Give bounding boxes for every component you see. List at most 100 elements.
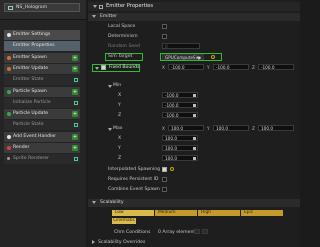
- section-dot-icon: [7, 33, 11, 37]
- max-label: Max: [113, 126, 123, 131]
- combine-event-spawn-label: Combine Event Spawn: [108, 187, 160, 192]
- max-x-component-field[interactable]: 100.0: [162, 135, 198, 141]
- max-x-field[interactable]: 100.0: [168, 125, 204, 131]
- random-seed-field[interactable]: 0: [162, 43, 200, 49]
- stack-item-initialize-particle[interactable]: Initialize Particle: [4, 98, 80, 108]
- min-y-value: -100.0: [216, 65, 230, 70]
- min-z-axis-label: Z: [252, 65, 255, 70]
- min-expand-arrow-icon[interactable]: [108, 85, 112, 88]
- max-y-component-field[interactable]: 100.0: [162, 145, 198, 151]
- scalability-epic[interactable]: Epic: [241, 210, 283, 216]
- max-x-label: X: [118, 136, 122, 141]
- spinner-icon: [193, 157, 196, 160]
- stack-item-add-event-handler[interactable]: Add Event Handler +: [4, 132, 80, 142]
- scalability-cinematic-label: Cinematic: [112, 218, 136, 223]
- stack-item-sprite-renderer[interactable]: Sprite Renderer: [4, 154, 80, 164]
- emitter-icon: [8, 6, 13, 10]
- panel-title-bar: Emitter Properties: [88, 2, 300, 11]
- emitter-section-label: Emitter: [100, 14, 117, 19]
- stack-item-emitter-state[interactable]: Emitter State: [4, 75, 80, 85]
- expand-arrow-icon[interactable]: [95, 67, 99, 70]
- scalability-high-label: High: [201, 210, 212, 215]
- stack-item-label: Add Event Handler: [13, 134, 57, 139]
- emitter-section-header[interactable]: Emitter: [88, 13, 300, 21]
- stack-item-emitter-update[interactable]: Emitter Update +: [4, 64, 80, 74]
- clear-elements-button[interactable]: [202, 229, 208, 234]
- sim-target-dropdown[interactable]: GPUComputeSim: [162, 54, 204, 60]
- section-dot-icon: [7, 112, 11, 116]
- add-module-icon[interactable]: +: [72, 145, 78, 151]
- stack-item-render[interactable]: Render +: [4, 143, 80, 153]
- stack-item-emitter-spawn[interactable]: Emitter Spawn +: [4, 53, 80, 63]
- stack-item-label: Particle Update: [13, 111, 49, 116]
- stack-item-label: Emitter State: [13, 77, 44, 82]
- max-z-value: 100.0: [261, 126, 273, 131]
- local-space-checkbox[interactable]: [162, 24, 167, 29]
- scalability-section-header[interactable]: Scalability: [88, 199, 300, 207]
- max-z-field[interactable]: 100.0: [258, 125, 294, 131]
- combine-event-spawn-checkbox[interactable]: [162, 187, 167, 192]
- scalability-high[interactable]: High: [198, 210, 240, 216]
- add-module-icon[interactable]: +: [72, 66, 78, 72]
- section-dot-icon: [7, 67, 11, 71]
- min-x-component-field[interactable]: -100.0: [162, 92, 198, 98]
- min-z-component-field[interactable]: -100.0: [162, 112, 198, 118]
- stack-item-emitter-properties[interactable]: Emitter Properties: [4, 41, 80, 51]
- interpolated-spawning-checkbox[interactable]: [162, 167, 167, 172]
- reset-to-default-icon[interactable]: [170, 167, 174, 171]
- max-y-value: 100.0: [216, 126, 228, 131]
- collapsed-arrow-icon[interactable]: [92, 240, 97, 244]
- min-label: Min: [113, 83, 122, 88]
- scalability-medium[interactable]: Medium: [155, 210, 197, 216]
- emitter-tab-label: NS_Hologram: [16, 5, 48, 10]
- spinner-icon: [193, 104, 196, 107]
- random-seed-value: 0: [165, 44, 168, 49]
- scalability-low-label: Low: [115, 210, 124, 215]
- scalability-overrides-label: Scalability Overrides: [98, 240, 146, 245]
- max-z-component-field[interactable]: 100.0: [162, 155, 198, 161]
- fixed-bounds-checkbox[interactable]: [101, 65, 106, 70]
- panel-titlebar: NS_Hologram: [0, 0, 86, 20]
- stack-item-particle-spawn[interactable]: Particle Spawn +: [4, 87, 80, 97]
- sim-target-label: Sim Target: [108, 54, 133, 59]
- add-module-icon[interactable]: +: [72, 89, 78, 95]
- add-module-icon[interactable]: +: [72, 55, 78, 61]
- stack-item-particle-update[interactable]: Particle Update +: [4, 109, 80, 119]
- min-y-axis-label: Y: [207, 65, 210, 70]
- add-module-icon[interactable]: +: [72, 111, 78, 117]
- max-y-field[interactable]: 100.0: [213, 125, 249, 131]
- add-module-icon[interactable]: +: [72, 134, 78, 140]
- scalability-low[interactable]: Low: [112, 210, 154, 216]
- min-y-component-value: -100.0: [165, 103, 179, 108]
- enable-checkbox[interactable]: [74, 78, 78, 82]
- requires-persistent-ids-checkbox[interactable]: [162, 177, 167, 182]
- collapse-arrow-icon[interactable]: [93, 5, 97, 8]
- enable-checkbox[interactable]: [74, 157, 78, 161]
- enable-checkbox[interactable]: [74, 101, 78, 105]
- max-x-value: 100.0: [171, 126, 183, 131]
- min-x-field[interactable]: -100.0: [168, 64, 204, 70]
- stack-item-label: Emitter Settings: [13, 32, 51, 37]
- scalability-cinematic[interactable]: Cinematic: [112, 218, 136, 224]
- max-y-axis-label: Y: [207, 126, 210, 131]
- max-expand-arrow-icon[interactable]: [108, 128, 112, 131]
- max-x-component-value: 100.0: [165, 136, 177, 141]
- random-seed-label: Random Seed: [108, 44, 140, 49]
- stack-item-emitter-settings[interactable]: Emitter Settings: [4, 30, 80, 40]
- min-y-component-field[interactable]: -100.0: [162, 102, 198, 108]
- min-y-label: Y: [118, 103, 121, 108]
- enable-checkbox[interactable]: [74, 123, 78, 127]
- dropdown-arrow-icon: [197, 56, 201, 60]
- determinism-checkbox[interactable]: [162, 34, 167, 39]
- stack-item-particle-state[interactable]: Particle State: [4, 120, 80, 130]
- min-y-field[interactable]: -100.0: [213, 64, 249, 70]
- min-z-component-value: -100.0: [165, 113, 179, 118]
- local-space-label: Local Space: [108, 24, 136, 29]
- add-element-button[interactable]: [194, 229, 200, 234]
- min-x-component-value: -100.0: [165, 93, 179, 98]
- emitter-stack-panel: NS_Hologram Emitter Settings Emitter Pro…: [0, 0, 86, 247]
- reset-to-default-icon[interactable]: [211, 55, 215, 59]
- min-x-value: -100.0: [171, 65, 185, 70]
- emitter-tab[interactable]: NS_Hologram: [4, 3, 80, 12]
- min-z-field[interactable]: -100.0: [258, 64, 294, 70]
